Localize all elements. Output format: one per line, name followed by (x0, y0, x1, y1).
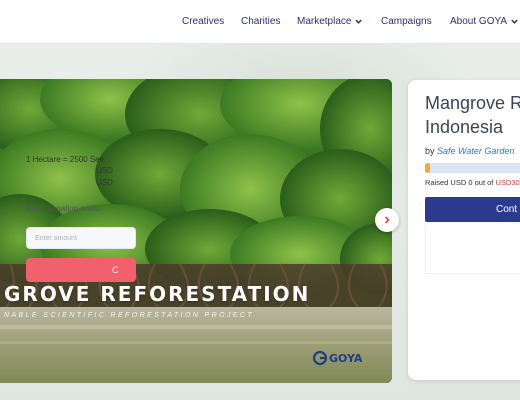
nav-creatives[interactable]: Creatives (182, 16, 224, 27)
goya-watermark-logo: GOYA (313, 351, 362, 365)
price-option-2: USD (96, 178, 113, 187)
site-header: Creatives Charities Marketplace Campaign… (0, 0, 520, 44)
campaign-title: Mangrove R Indonesia (425, 93, 520, 137)
hero-title: GROVE REFORESTATION (4, 282, 311, 306)
goya-logo-icon (313, 351, 327, 365)
carousel-next-button[interactable] (375, 208, 399, 232)
funding-progress-fill (425, 163, 430, 173)
donation-amount-input[interactable] (26, 227, 136, 249)
unit-conversion-text: 1 Hectare = 2500 See (26, 155, 105, 164)
funding-progress-bar (425, 163, 520, 173)
raised-amount: Raised USD 0 out of USD30 (425, 178, 520, 187)
goya-logo-text: GOYA (329, 351, 363, 365)
price-option-1: USD (96, 166, 113, 175)
donation-amount-label: Enter donation amou (26, 204, 101, 213)
campaign-organizer: by Safe Water Garden (425, 146, 515, 156)
nav-marketplace[interactable]: Marketplace (297, 16, 363, 27)
chevron-down-icon (511, 19, 518, 24)
contribute-tab[interactable]: Cont (425, 197, 520, 222)
donate-button[interactable]: C (26, 258, 136, 282)
donation-card: Mangrove R Indonesia by Safe Water Garde… (408, 80, 520, 380)
nav-about-goya[interactable]: About GOYA (450, 16, 519, 27)
unit-price-box (425, 226, 520, 274)
nav-charities[interactable]: Charities (241, 16, 280, 27)
chevron-down-icon (355, 19, 363, 24)
organizer-link[interactable]: Safe Water Garden (437, 146, 514, 156)
chevron-right-icon (384, 216, 390, 224)
hero-subtitle: NABLE SCIENTIFIC REFORESTATION PROJECT (4, 312, 255, 319)
nav-campaigns[interactable]: Campaigns (381, 16, 432, 27)
